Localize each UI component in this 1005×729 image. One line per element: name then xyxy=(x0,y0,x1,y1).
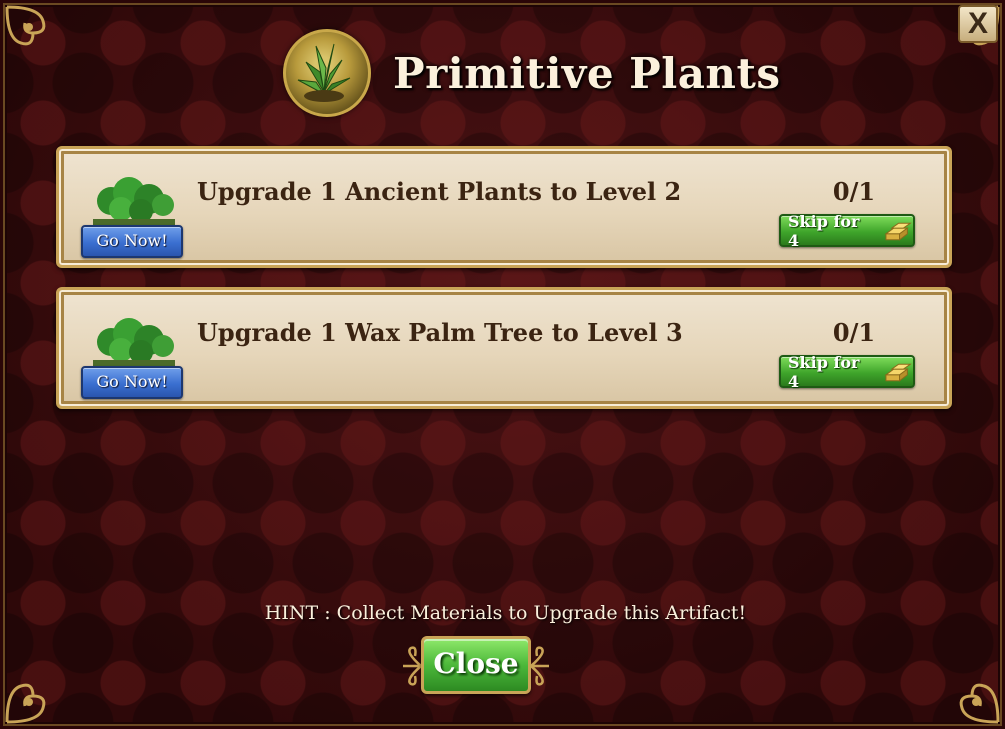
plant-artifact-icon xyxy=(283,29,371,117)
go-now-button[interactable]: Go Now! xyxy=(81,366,183,399)
task-progress: 0/1 xyxy=(832,318,876,347)
ornament-icon xyxy=(530,646,549,686)
quest-dialog: X Primitive Plants Go Now! Upgrade 1 Anc… xyxy=(0,0,1005,729)
corner-ornament xyxy=(3,656,73,726)
task-description: Upgrade 1 Ancient Plants to Level 2 xyxy=(197,177,682,206)
go-now-button[interactable]: Go Now! xyxy=(81,225,183,258)
dialog-header: Primitive Plants xyxy=(283,25,781,121)
corner-ornament xyxy=(932,656,1002,726)
skip-button[interactable]: Skip for 4 xyxy=(779,352,915,391)
close-x-button[interactable]: X xyxy=(958,5,998,43)
task-row: Go Now! Upgrade 1 Ancient Plants to Leve… xyxy=(56,146,952,268)
close-button-group: Close xyxy=(401,636,551,698)
ancient-plants-icon xyxy=(93,177,175,225)
ornament-icon xyxy=(403,646,422,686)
task-progress: 0/1 xyxy=(832,177,876,206)
hint-text: HINT : Collect Materials to Upgrade this… xyxy=(264,602,747,624)
wax-palm-tree-icon xyxy=(93,318,175,366)
task-row: Go Now! Upgrade 1 Wax Palm Tree to Level… xyxy=(56,287,952,409)
skip-label: Skip for 4 xyxy=(788,352,860,391)
dialog-title: Primitive Plants xyxy=(393,48,781,98)
corner-ornament xyxy=(3,3,73,73)
gold-bar-icon xyxy=(884,222,912,241)
task-description: Upgrade 1 Wax Palm Tree to Level 3 xyxy=(197,318,683,347)
skip-label: Skip for 4 xyxy=(788,211,860,250)
gold-bar-icon xyxy=(884,363,912,382)
skip-button[interactable]: Skip for 4 xyxy=(779,211,915,250)
close-button[interactable]: Close xyxy=(421,636,531,694)
